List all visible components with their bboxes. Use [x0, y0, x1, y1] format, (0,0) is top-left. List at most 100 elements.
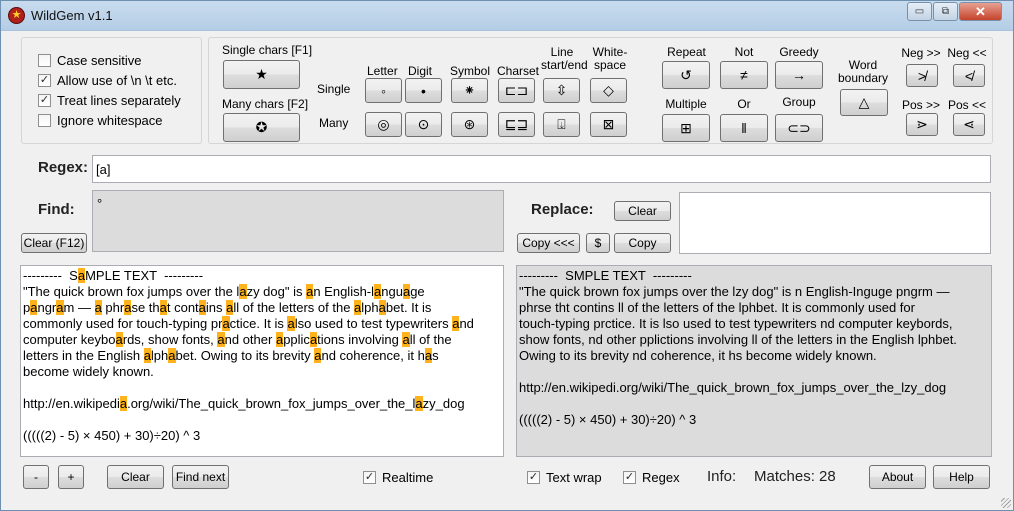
neg-lookbehind-label: Neg <<	[947, 46, 987, 60]
text-line: show fonts, nd other pplictions involvin…	[519, 332, 957, 347]
copy-left-button[interactable]: Copy <<<	[517, 233, 580, 253]
or-button[interactable]: ‖	[720, 114, 768, 142]
find-value: °	[97, 196, 103, 211]
checkbox-box: ✓	[38, 94, 51, 107]
text-line: (((((2) - 5) × 450) + 30)÷20) ^ 3	[23, 428, 201, 443]
ignore-whitespace-checkbox[interactable]: Ignore whitespace	[38, 113, 163, 128]
decrease-font-button[interactable]: -	[23, 465, 49, 489]
many-charset-button[interactable]: ⊑⊒	[498, 112, 535, 137]
window-title: WildGem v1.1	[31, 8, 113, 23]
single-whitespace-button[interactable]: ◇	[590, 78, 627, 103]
checkbox-box: ✓	[623, 471, 636, 484]
about-button[interactable]: About	[869, 465, 926, 489]
text-line: (((((2) - 5) × 450) + 30)÷20) ^ 3	[519, 412, 697, 427]
many-whitespace-button[interactable]: ⊠	[590, 112, 627, 137]
clear-find-button[interactable]: Clear (F12)	[21, 233, 87, 253]
match-highlight: a	[168, 348, 176, 363]
greedy-label: Greedy	[779, 45, 819, 59]
single-chars-label: Single chars [F1]	[222, 43, 313, 57]
line-start-end-button[interactable]: ⇳	[543, 78, 580, 103]
increase-font-button[interactable]: +	[58, 465, 84, 489]
builder-group: Single chars [F1] ★ Many chars [F2] ✪ Si…	[208, 37, 993, 144]
title-bar[interactable]: ★ WildGem v1.1 ▭ ⧉ ✕	[1, 1, 1013, 31]
multiple-label: Multiple	[665, 97, 707, 111]
text-line	[519, 364, 957, 380]
restore-button[interactable]: ⧉	[933, 2, 958, 21]
text-line: http://en.wikipedia.org/wiki/The_quick_b…	[23, 396, 465, 411]
symbol-label: Symbol	[450, 64, 491, 78]
source-text: --------- SaMPLE TEXT --------- "The quic…	[23, 268, 474, 444]
text-line	[23, 412, 474, 428]
single-symbol-button[interactable]: ⁕	[451, 78, 488, 103]
source-text-area[interactable]: --------- SaMPLE TEXT --------- "The quic…	[20, 265, 504, 457]
match-highlight: a	[239, 284, 247, 299]
neg-lookahead-button[interactable]: ≯	[906, 64, 938, 87]
repeat-label: Repeat	[667, 45, 706, 59]
word-boundary-button[interactable]: △	[840, 89, 888, 116]
multiple-button[interactable]: ⊞	[662, 114, 710, 142]
text-line	[519, 396, 957, 412]
replace-input[interactable]	[679, 192, 991, 254]
resize-grip[interactable]	[1001, 498, 1011, 508]
find-next-button[interactable]: Find next	[172, 465, 229, 489]
pos-lookahead-label: Pos >>	[901, 98, 941, 112]
regex-checkbox[interactable]: ✓ Regex	[623, 470, 680, 485]
match-highlight: a	[143, 348, 151, 363]
text-line: computer keyboards, show fonts, and othe…	[23, 332, 452, 347]
text-line: pangram — a phrase that contains all of …	[23, 300, 432, 315]
group-label: Group	[782, 95, 816, 109]
match-highlight: a	[159, 300, 167, 315]
clear-text-button[interactable]: Clear	[107, 465, 164, 489]
pos-lookahead-button[interactable]: ⋗	[906, 113, 938, 136]
digit-label: Digit	[407, 64, 432, 78]
letter-label: Letter	[367, 64, 398, 78]
many-digits-button[interactable]: ⊙	[405, 112, 442, 137]
minimize-button[interactable]: ▭	[907, 2, 932, 21]
many-chars-button[interactable]: ✪	[223, 113, 300, 142]
greedy-button[interactable]: →	[775, 61, 823, 89]
dollar-button[interactable]: $	[586, 233, 610, 253]
single-digit-button[interactable]: •	[405, 78, 442, 103]
match-highlight: a	[198, 300, 206, 315]
text-line: commonly used for touch-typing practice.…	[23, 316, 474, 331]
checkbox-box: ✓	[363, 471, 376, 484]
case-sensitive-checkbox[interactable]: Case sensitive	[38, 53, 142, 68]
many-symbols-button[interactable]: ⊛	[451, 112, 488, 137]
match-highlight: a	[56, 300, 64, 315]
text-line: Owing to its brevity nd coherence, it hs…	[519, 348, 877, 363]
clear-replace-button[interactable]: Clear	[614, 201, 671, 221]
line-boundary-button[interactable]: ⍗	[543, 112, 580, 137]
text-line: letters in the English alphabet. Owing t…	[23, 348, 439, 363]
text-line	[23, 380, 474, 396]
text-line: "The quick brown fox jumps over the lazy…	[23, 284, 425, 299]
copy-button[interactable]: Copy	[614, 233, 671, 253]
text-line: phrse tht contins ll of the letters of t…	[519, 300, 915, 315]
text-line: --------- SMPLE TEXT ---------	[519, 268, 692, 283]
text-line: http://en.wikipedi.org/wiki/The_quick_br…	[519, 380, 947, 395]
repeat-button[interactable]: ↺	[662, 61, 710, 89]
realtime-checkbox[interactable]: ✓ Realtime	[363, 470, 433, 485]
help-button[interactable]: Help	[933, 465, 990, 489]
treat-lines-separately-checkbox[interactable]: ✓ Treat lines separately	[38, 93, 181, 108]
close-button[interactable]: ✕	[959, 2, 1002, 21]
not-button[interactable]: ≠	[720, 61, 768, 89]
match-highlight: a	[222, 316, 230, 331]
line-start-end-label: Line start/end	[541, 45, 588, 72]
regex-label: Regex:	[38, 159, 89, 176]
match-highlight: a	[374, 284, 382, 299]
neg-lookahead-label: Neg >>	[901, 46, 941, 60]
text-wrap-checkbox[interactable]: ✓ Text wrap	[527, 470, 602, 485]
charset-label: Charset	[497, 64, 540, 78]
regex-input[interactable]: [a]	[92, 155, 991, 183]
group-button[interactable]: ⊂⊃	[775, 114, 823, 142]
pos-lookbehind-button[interactable]: ⋖	[953, 113, 985, 136]
single-chars-star-button[interactable]: ★	[223, 60, 300, 89]
options-group: Case sensitive ✓ Allow use of \n \t etc. …	[21, 37, 202, 144]
match-highlight: a	[124, 300, 132, 315]
single-letter-button[interactable]: ◦	[365, 78, 402, 103]
neg-lookbehind-button[interactable]: ≮	[953, 64, 985, 87]
single-charset-button[interactable]: ⊏⊐	[498, 78, 535, 103]
many-letters-button[interactable]: ◎	[365, 112, 402, 137]
match-highlight: a	[452, 316, 460, 331]
allow-escapes-checkbox[interactable]: ✓ Allow use of \n \t etc.	[38, 73, 177, 88]
